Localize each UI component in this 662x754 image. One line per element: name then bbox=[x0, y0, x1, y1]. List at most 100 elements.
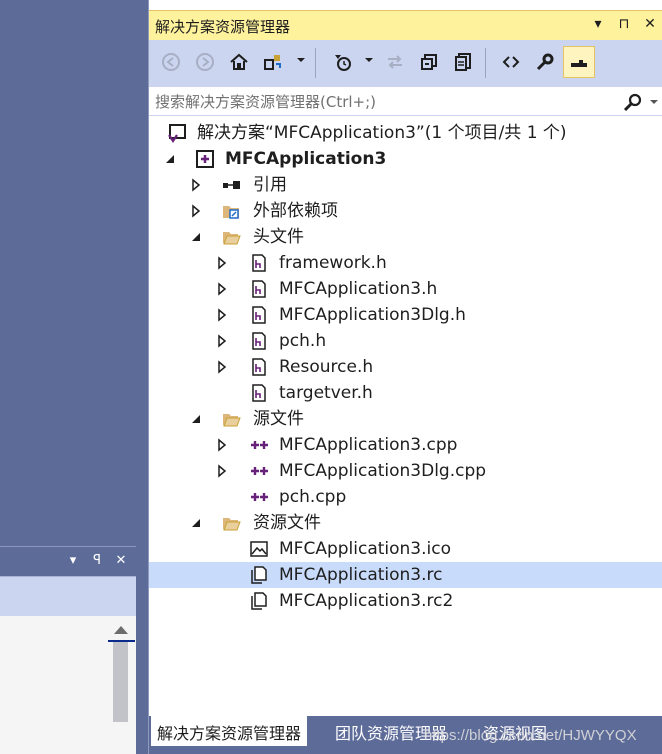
window-position-dropdown-icon[interactable]: ▾ bbox=[591, 16, 605, 32]
filter-dropdown-icon[interactable] bbox=[365, 58, 373, 62]
close-icon[interactable]: ✕ bbox=[643, 16, 657, 32]
tree-item-file[interactable]: MFCApplication3.ico bbox=[149, 536, 662, 562]
header-files-label: 头文件 bbox=[253, 227, 304, 247]
toolbar-separator bbox=[315, 48, 316, 78]
collapse-all-button[interactable] bbox=[417, 50, 441, 74]
tree-item-file[interactable]: MFCApplication3.h bbox=[149, 276, 662, 302]
pending-changes-filter-button[interactable] bbox=[331, 50, 355, 74]
header-file-icon bbox=[252, 332, 266, 350]
file-label: Resource.h bbox=[279, 357, 374, 377]
collapsed-triangle-icon[interactable] bbox=[215, 464, 229, 478]
forward-arrow-icon bbox=[196, 53, 214, 71]
references-label: 引用 bbox=[253, 175, 287, 195]
file-label: MFCApplication3Dlg.h bbox=[279, 305, 466, 325]
switch-views-dropdown-icon[interactable] bbox=[297, 58, 305, 62]
file-label: pch.cpp bbox=[279, 487, 347, 507]
solution-label: 解决方案“MFCApplication3”(1 个项目/共 1 个) bbox=[197, 123, 567, 143]
pin-icon[interactable]: ꟼ bbox=[90, 553, 104, 568]
search-input[interactable] bbox=[155, 91, 615, 113]
solution-tree: 解决方案“MFCApplication3”(1 个项目/共 1 个) MFCAp… bbox=[149, 120, 662, 614]
tab-solution-explorer[interactable]: 解决方案资源管理器 bbox=[151, 716, 308, 746]
tree-item-file[interactable]: MFCApplication3Dlg.cpp bbox=[149, 458, 662, 484]
tree-item-file[interactable]: MFCApplication3.cpp bbox=[149, 432, 662, 458]
search-options-dropdown-icon[interactable] bbox=[650, 100, 658, 104]
solution-icon bbox=[168, 124, 186, 143]
tree-item-source-files-folder[interactable]: 源文件 bbox=[149, 406, 662, 432]
tree-item-project[interactable]: MFCApplication3 bbox=[149, 146, 662, 172]
home-button[interactable] bbox=[227, 50, 251, 74]
tree-item-file[interactable]: pch.h bbox=[149, 328, 662, 354]
view-code-button[interactable] bbox=[499, 50, 523, 74]
search-icon[interactable] bbox=[623, 92, 643, 112]
collapsed-triangle-icon[interactable] bbox=[215, 282, 229, 296]
collapsed-triangle-icon[interactable] bbox=[215, 360, 229, 374]
collapse-all-icon bbox=[421, 54, 437, 70]
back-button[interactable] bbox=[159, 50, 183, 74]
window-position-dropdown-icon[interactable]: ▾ bbox=[66, 553, 80, 568]
file-label: MFCApplication3Dlg.cpp bbox=[279, 461, 487, 481]
header-file-icon bbox=[252, 254, 266, 272]
scroll-thumb[interactable] bbox=[113, 642, 128, 722]
forward-button[interactable] bbox=[193, 50, 217, 74]
cpp-project-icon bbox=[196, 150, 214, 168]
collapsed-triangle-icon[interactable] bbox=[215, 308, 229, 322]
back-arrow-icon bbox=[162, 53, 180, 71]
show-all-files-button[interactable] bbox=[451, 50, 475, 74]
resource-script-icon bbox=[251, 592, 267, 610]
cpp-file-icon bbox=[251, 493, 268, 501]
tree-item-solution[interactable]: 解决方案“MFCApplication3”(1 个项目/共 1 个) bbox=[149, 120, 662, 146]
expanded-triangle-icon[interactable] bbox=[163, 152, 177, 166]
expanded-triangle-icon[interactable] bbox=[189, 412, 203, 426]
close-icon[interactable]: ✕ bbox=[114, 553, 128, 568]
tree-item-resource-files-folder[interactable]: 资源文件 bbox=[149, 510, 662, 536]
tree-item-references[interactable]: 引用 bbox=[149, 172, 662, 198]
collapsed-triangle-icon[interactable] bbox=[215, 438, 229, 452]
file-label: MFCApplication3.cpp bbox=[279, 435, 458, 455]
expanded-triangle-icon[interactable] bbox=[189, 516, 203, 530]
file-label: MFCApplication3.rc bbox=[279, 565, 443, 585]
resource-script-icon bbox=[251, 566, 267, 584]
tree-item-file[interactable]: targetver.h bbox=[149, 380, 662, 406]
home-icon bbox=[230, 53, 248, 70]
header-file-icon bbox=[252, 280, 266, 298]
tree-item-file-selected[interactable]: MFCApplication3.rc bbox=[149, 562, 662, 588]
file-label: MFCApplication3.ico bbox=[279, 539, 451, 559]
tree-item-header-files-folder[interactable]: 头文件 bbox=[149, 224, 662, 250]
switch-views-icon bbox=[264, 55, 281, 70]
expanded-triangle-icon[interactable] bbox=[189, 230, 203, 244]
cpp-file-icon bbox=[251, 441, 268, 449]
solution-explorer-titlebar[interactable]: 解决方案资源管理器 ▾ ⊓ ✕ bbox=[149, 10, 662, 40]
side-window-titlebar: ▾ ꟼ ✕ bbox=[0, 546, 136, 576]
vertical-scrollbar[interactable] bbox=[112, 624, 129, 739]
preview-pane-icon bbox=[571, 60, 587, 67]
scroll-up-icon[interactable] bbox=[113, 626, 128, 634]
tree-item-file[interactable]: MFCApplication3.rc2 bbox=[149, 588, 662, 614]
open-folder-icon bbox=[223, 414, 241, 427]
sync-with-active-document-button[interactable] bbox=[383, 50, 407, 74]
collapsed-triangle-icon[interactable] bbox=[215, 256, 229, 270]
tree-item-file[interactable]: MFCApplication3Dlg.h bbox=[149, 302, 662, 328]
collapsed-triangle-icon[interactable] bbox=[215, 334, 229, 348]
cpp-file-icon bbox=[251, 467, 268, 475]
image-file-icon bbox=[250, 541, 268, 557]
tree-item-file[interactable]: Resource.h bbox=[149, 354, 662, 380]
toolbar-separator bbox=[485, 48, 486, 78]
window-title: 解决方案资源管理器 bbox=[155, 18, 291, 36]
collapsed-triangle-icon[interactable] bbox=[189, 178, 203, 192]
switch-views-button[interactable] bbox=[261, 50, 285, 74]
sync-arrows-icon bbox=[388, 55, 402, 69]
tree-item-file[interactable]: pch.cpp bbox=[149, 484, 662, 510]
tree-item-file[interactable]: framework.h bbox=[149, 250, 662, 276]
preview-selected-items-button[interactable] bbox=[563, 46, 595, 78]
file-label: targetver.h bbox=[279, 383, 373, 403]
properties-button[interactable] bbox=[533, 50, 557, 74]
code-brackets-icon bbox=[502, 56, 520, 68]
source-files-label: 源文件 bbox=[253, 409, 304, 429]
pin-icon[interactable]: ⊓ bbox=[617, 16, 631, 32]
tree-item-external-dependencies[interactable]: 外部依赖项 bbox=[149, 198, 662, 224]
wrench-icon bbox=[536, 53, 554, 71]
external-dependencies-icon bbox=[223, 206, 239, 219]
external-dependencies-label: 外部依赖项 bbox=[253, 201, 338, 221]
collapsed-triangle-icon[interactable] bbox=[189, 204, 203, 218]
open-folder-icon bbox=[223, 518, 241, 531]
